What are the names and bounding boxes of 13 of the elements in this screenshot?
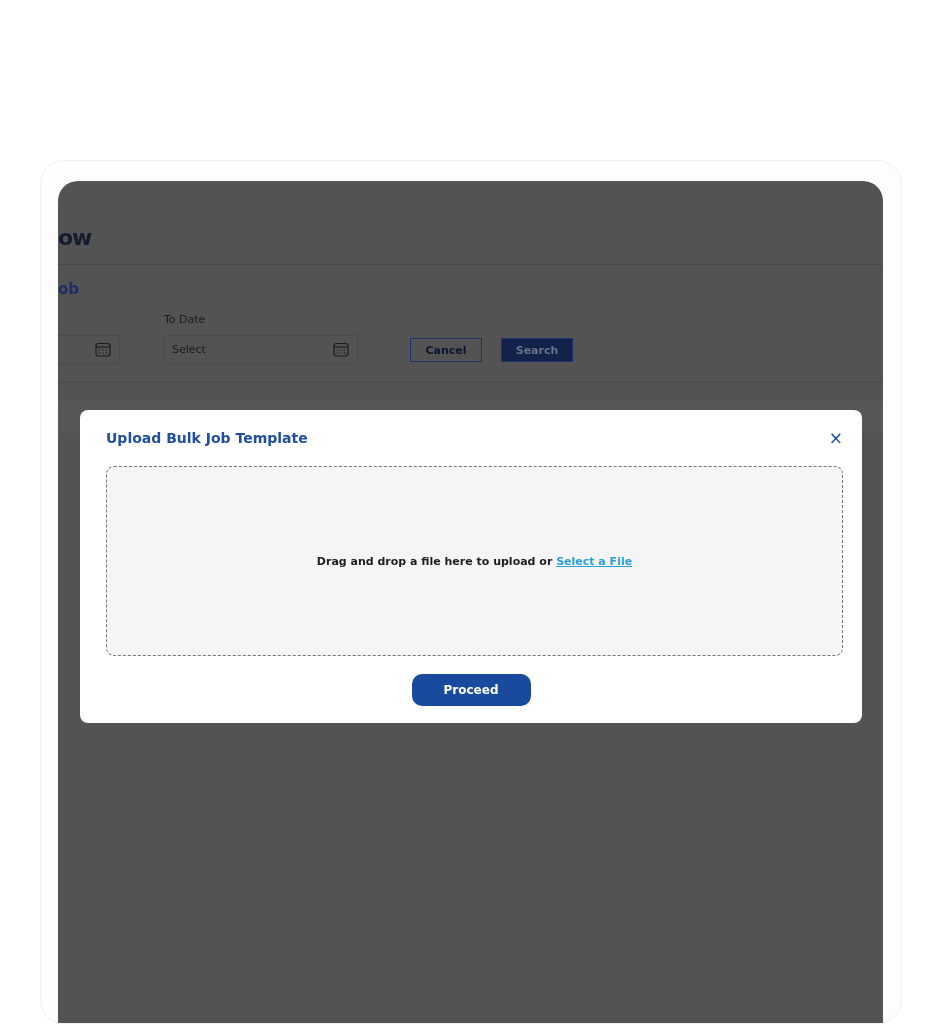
- section-title: ob: [58, 280, 80, 298]
- proceed-button[interactable]: Proceed: [411, 674, 531, 706]
- drop-zone[interactable]: Drag and drop a file here to upload or Select a File: [106, 466, 843, 656]
- search-button[interactable]: Search: [501, 338, 573, 362]
- calendar-icon[interactable]: [95, 342, 111, 357]
- select-file-link[interactable]: Select a File: [556, 554, 633, 568]
- close-button[interactable]: ×: [828, 429, 843, 447]
- date-field[interactable]: [58, 335, 120, 364]
- page-title: ow: [58, 225, 92, 250]
- dialog-title: Upload Bulk Job Template: [106, 430, 308, 446]
- drop-instructions: Drag and drop a file here to upload or Select a File: [316, 554, 633, 568]
- cancel-button[interactable]: Cancel: [410, 338, 482, 362]
- calendar-icon[interactable]: [333, 342, 349, 357]
